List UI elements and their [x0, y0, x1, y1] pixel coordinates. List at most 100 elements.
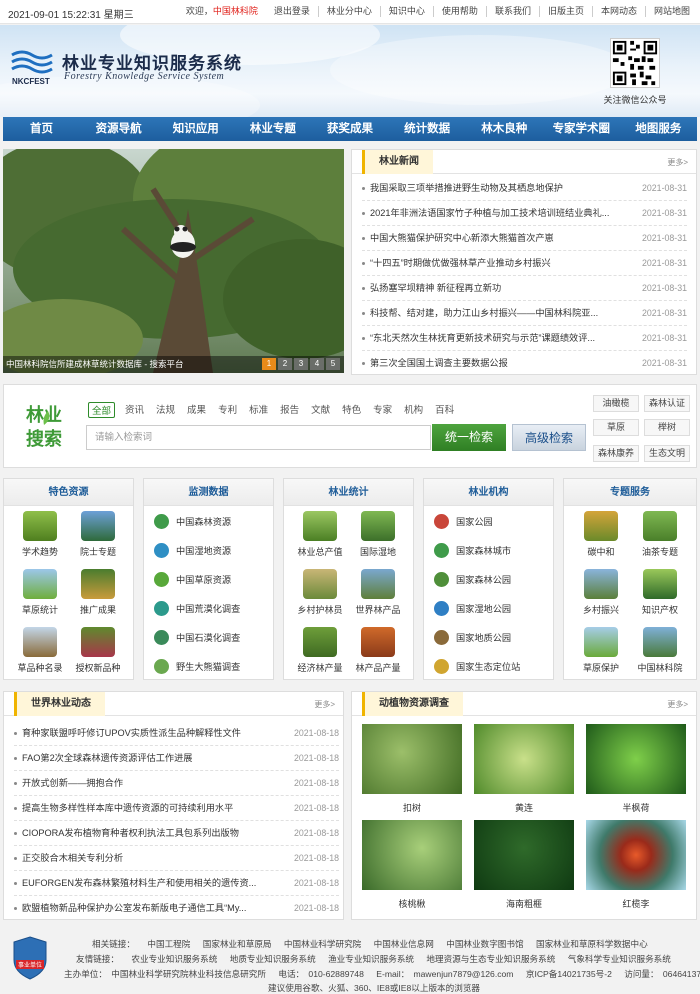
knowledge-center-link[interactable]: 知识中心	[379, 6, 425, 17]
inst-eco-station[interactable]: 国家生态定位站	[434, 656, 520, 676]
news-item[interactable]: 科技帮、结对建，助力江山乡村振兴——中国林科院亚... 2021-08-31	[362, 301, 687, 326]
search-tab-all[interactable]: 全部	[88, 402, 116, 418]
search-input[interactable]: 请输入检索词	[86, 425, 431, 450]
inst-national-park[interactable]: 国家公园	[434, 511, 493, 531]
search-tab-achievements[interactable]: 成果	[187, 402, 206, 418]
news-item[interactable]: “东北天然次生林抚育更新技术研究与示范”课题绩效评... 2021-08-31	[362, 326, 687, 351]
monitoring-rocky-desertification[interactable]: 中国石漠化调查	[154, 627, 240, 647]
monitoring-desertification[interactable]: 中国荒漠化调查	[154, 598, 240, 618]
world-forestry-more-link[interactable]: 更多>	[314, 699, 335, 710]
keyword-tag[interactable]: 森林认证	[644, 395, 690, 412]
world-news-item[interactable]: 提高生物多样性样本库中遗传资源的可持续利用水平 2021-08-18	[14, 796, 339, 821]
inst-geo-park[interactable]: 国家地质公园	[434, 627, 511, 647]
stats-economic-forest[interactable]: 经济林产量	[290, 627, 350, 674]
world-news-item[interactable]: 欧盟植物新品种保护办公室发布新版电子通信工具“My... 2021-08-18	[14, 896, 339, 921]
nav-tree-varieties[interactable]: 林木良种	[466, 117, 543, 141]
footer-link[interactable]: 国家林业和草原局	[203, 939, 272, 949]
search-tab-news[interactable]: 资讯	[125, 402, 144, 418]
stats-output-value[interactable]: 林业总产值	[290, 511, 350, 558]
news-item[interactable]: “十四五”时期做优做强林草产业推动乡村振兴 2021-08-31	[362, 251, 687, 276]
news-item[interactable]: 2021年非洲法语国家竹子种植与加工技术培训班结业典礼... 2021-08-31	[362, 201, 687, 226]
featured-grassland-stats[interactable]: 草原统计	[10, 569, 70, 616]
footer-link[interactable]: 国家林业和草原科学数据中心	[536, 939, 648, 949]
nav-forestry-topics[interactable]: 林业专题	[234, 117, 311, 141]
species-item[interactable]: 红榄李	[586, 820, 686, 910]
news-slider[interactable]: 中国林科院信所建成林草统计数据库 - 搜索平台 1 2 3 4 5	[3, 149, 344, 373]
keyword-tag[interactable]: 森林康养	[593, 445, 639, 462]
world-news-item[interactable]: 正交胶合木相关专利分析 2021-08-18	[14, 846, 339, 871]
monitoring-panda[interactable]: 野生大熊猫调查	[154, 656, 240, 676]
world-news-item[interactable]: 育种家联盟呼吁修订UPOV实质性派生品种解释性文件 2021-08-18	[14, 721, 339, 746]
forestry-news-more-link[interactable]: 更多>	[667, 157, 688, 168]
nav-statistics[interactable]: 统计数据	[389, 117, 466, 141]
stats-intl-wetland[interactable]: 国际湿地	[348, 511, 408, 558]
inst-forest-park[interactable]: 国家森林公园	[434, 569, 511, 589]
footer-icp[interactable]: 京ICP备14021735号-2	[526, 969, 612, 979]
world-news-item[interactable]: CIOPORA发布植物育种者权利执法工具包系列出版物 2021-08-18	[14, 821, 339, 846]
world-news-item[interactable]: 开放式创新——拥抱合作 2021-08-18	[14, 771, 339, 796]
forestry-subcenter-link[interactable]: 林业分中心	[317, 6, 372, 17]
world-news-item[interactable]: FAO第2次全球森林遗传资源评估工作进展 2021-08-18	[14, 746, 339, 771]
footer-link[interactable]: 中国林业信息网	[374, 939, 434, 949]
search-tab-laws[interactable]: 法规	[156, 402, 175, 418]
unified-search-button[interactable]: 统一检索	[432, 424, 506, 451]
world-news-item[interactable]: EUFORGEN发布森林繁殖材料生产和使用相关的遗传资... 2021-08-18	[14, 871, 339, 896]
topic-rural-revitalization[interactable]: 乡村振兴	[571, 569, 631, 616]
monitoring-forest[interactable]: 中国森林资源	[154, 511, 231, 531]
slider-page-3[interactable]: 3	[294, 358, 308, 370]
nav-awards[interactable]: 获奖成果	[311, 117, 388, 141]
slider-page-1[interactable]: 1	[262, 358, 276, 370]
stats-world-products[interactable]: 世界林产品	[348, 569, 408, 616]
contact-link[interactable]: 联系我们	[485, 6, 531, 17]
stats-product-output[interactable]: 林产品产量	[348, 627, 408, 674]
search-tab-patents[interactable]: 专利	[218, 402, 237, 418]
search-tab-standards[interactable]: 标准	[249, 402, 268, 418]
search-tab-experts[interactable]: 专家	[373, 402, 392, 418]
featured-promotion[interactable]: 推广成果	[68, 569, 128, 616]
species-item[interactable]: 扣树	[362, 724, 462, 814]
sitemap-link[interactable]: 网站地图	[644, 6, 690, 17]
species-item[interactable]: 黄连	[474, 724, 574, 814]
keyword-tag[interactable]: 生态文明	[644, 445, 690, 462]
news-item[interactable]: 中国大熊猫保护研究中心新添大熊猫首次产崽 2021-08-31	[362, 226, 687, 251]
slider-page-4[interactable]: 4	[310, 358, 324, 370]
topic-ip[interactable]: 知识产权	[630, 569, 690, 616]
public-institution-badge[interactable]: 事业单位	[12, 936, 48, 980]
site-logo[interactable]: NKCFEST	[10, 47, 54, 87]
search-tab-encyclopedia[interactable]: 百科	[435, 402, 454, 418]
keyword-tag[interactable]: 油橄榄	[593, 395, 639, 412]
topic-oil-tea[interactable]: 油茶专题	[630, 511, 690, 558]
slider-page-2[interactable]: 2	[278, 358, 292, 370]
featured-grass-varieties[interactable]: 草品种名录	[10, 627, 70, 674]
footer-link[interactable]: 地理资源与生态专业知识服务系统	[426, 954, 555, 964]
footer-link[interactable]: 中国林业数字图书馆	[446, 939, 523, 949]
footer-link[interactable]: 农业专业知识服务系统	[131, 954, 217, 964]
news-item[interactable]: 弘扬塞罕坝精神 新征程再立新功 2021-08-31	[362, 276, 687, 301]
species-item[interactable]: 海南粗榧	[474, 820, 574, 910]
topic-carbon-neutral[interactable]: 碳中和	[571, 511, 631, 558]
footer-link[interactable]: 渔业专业知识服务系统	[328, 954, 414, 964]
search-tab-literature[interactable]: 文献	[311, 402, 330, 418]
species-item[interactable]: 半枫荷	[586, 724, 686, 814]
inst-forest-city[interactable]: 国家森林城市	[434, 540, 511, 560]
keyword-tag[interactable]: 草原	[593, 419, 639, 436]
stats-forest-rangers[interactable]: 乡村护林员	[290, 569, 350, 616]
monitoring-wetland[interactable]: 中国湿地资源	[154, 540, 231, 560]
flora-fauna-more-link[interactable]: 更多>	[667, 699, 688, 710]
footer-link[interactable]: 中国林业科学研究院	[284, 939, 361, 949]
site-news-link[interactable]: 本网动态	[591, 6, 637, 17]
advanced-search-button[interactable]: 高级检索	[512, 424, 586, 451]
monitoring-grassland[interactable]: 中国草原资源	[154, 569, 231, 589]
footer-link[interactable]: 气象科学专业知识服务系统	[568, 954, 671, 964]
search-tab-reports[interactable]: 报告	[280, 402, 299, 418]
news-item[interactable]: 第三次全国国土调查主要数据公报 2021-08-31	[362, 351, 687, 376]
nav-map-service[interactable]: 地图服务	[620, 117, 697, 141]
logout-link[interactable]: 退出登录	[266, 6, 310, 17]
news-item[interactable]: 我国采取三项举措推进野生动物及其栖息地保护 2021-08-31	[362, 176, 687, 201]
species-item[interactable]: 核桃楸	[362, 820, 462, 910]
search-tab-featured[interactable]: 特色	[342, 402, 361, 418]
inst-wetland-park[interactable]: 国家湿地公园	[434, 598, 511, 618]
featured-new-varieties[interactable]: 授权新品种	[68, 627, 128, 674]
keyword-tag[interactable]: 榉树	[644, 419, 690, 436]
nav-knowledge-apps[interactable]: 知识应用	[157, 117, 234, 141]
